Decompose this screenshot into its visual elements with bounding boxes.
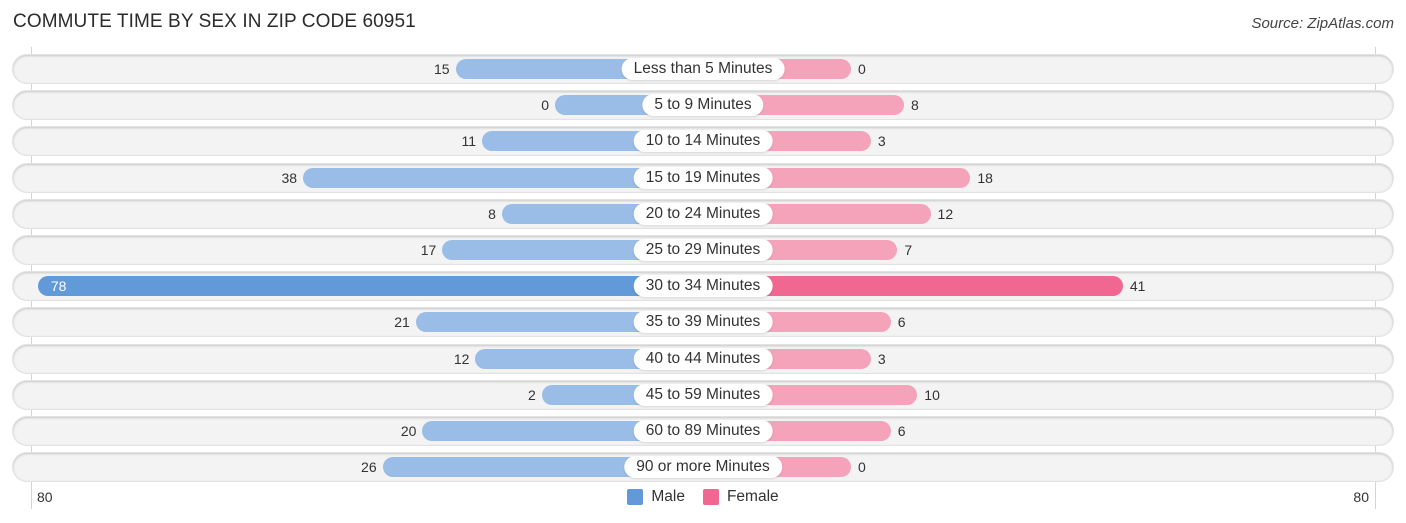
value-label-female: 8 (911, 97, 919, 113)
category-label: Less than 5 Minutes (621, 58, 785, 80)
category-label: 30 to 34 Minutes (633, 275, 773, 297)
value-label-male: 26 (361, 459, 377, 475)
legend-swatch-male (627, 489, 644, 505)
legend-label-male: Male (651, 488, 685, 505)
value-label-female: 3 (877, 351, 886, 367)
value-label-female: 12 (937, 206, 954, 222)
legend: Male Female (0, 488, 1406, 506)
value-label-female: 3 (877, 133, 886, 149)
value-label-male: 0 (541, 97, 549, 113)
category-label: 45 to 59 Minutes (633, 384, 773, 406)
legend-swatch-female (702, 489, 719, 505)
category-label: 5 to 9 Minutes (642, 94, 764, 116)
category-label: 25 to 29 Minutes (633, 239, 773, 261)
value-label-female: 7 (904, 242, 913, 258)
value-label-female: 18 (977, 170, 993, 186)
category-label: 90 or more Minutes (624, 456, 782, 478)
source-credit: Source: ZipAtlas.com (1251, 15, 1394, 32)
category-label: 15 to 19 Minutes (633, 167, 773, 189)
value-label-female: 6 (897, 314, 906, 330)
value-label-male: 8 (488, 206, 496, 222)
value-label-female: 0 (858, 459, 866, 475)
value-label-male: 78 (50, 278, 67, 294)
value-label-female: 10 (924, 387, 940, 403)
category-label: 10 to 14 Minutes (633, 130, 773, 152)
value-label-male: 17 (420, 242, 437, 258)
value-label-male: 2 (527, 387, 536, 403)
value-label-male: 20 (400, 423, 417, 439)
value-label-female: 0 (858, 61, 866, 77)
legend-item-male: Male (627, 488, 685, 506)
category-label: 40 to 44 Minutes (633, 348, 773, 370)
value-label-male: 21 (394, 314, 410, 330)
category-label: 35 to 39 Minutes (633, 311, 773, 333)
value-label-male: 11 (461, 133, 477, 149)
category-label: 60 to 89 Minutes (633, 420, 773, 442)
category-label: 20 to 24 Minutes (633, 203, 773, 225)
bar-male (37, 276, 703, 296)
chart-title: COMMUTE TIME BY SEX IN ZIP CODE 60951 (13, 11, 416, 32)
value-label-male: 12 (453, 351, 470, 367)
legend-label-female: Female (726, 488, 779, 505)
value-label-female: 41 (1129, 278, 1146, 294)
value-label-male: 15 (433, 61, 450, 77)
value-label-female: 6 (897, 423, 906, 439)
legend-item-female: Female (702, 488, 779, 506)
value-label-male: 38 (281, 170, 298, 186)
